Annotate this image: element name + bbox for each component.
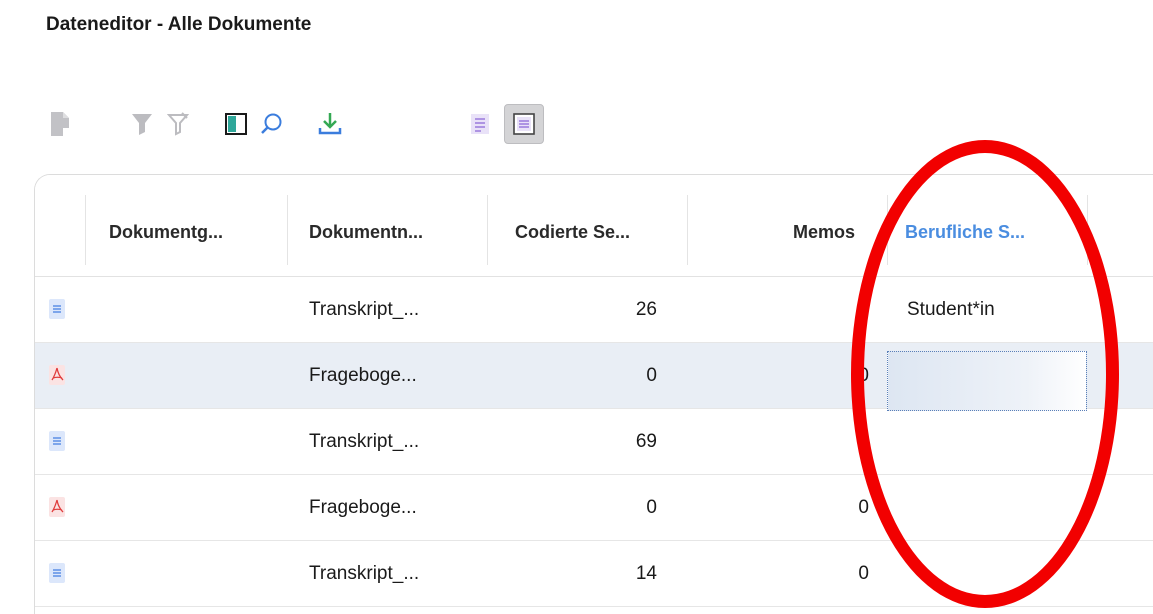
- columns-icon: [225, 113, 247, 135]
- document-new-icon: [49, 111, 71, 137]
- column-separator[interactable]: [487, 195, 488, 265]
- cell-coded-segments[interactable]: 0: [487, 475, 657, 541]
- table-header: Dokumentg... Dokumentn... Codierte Se...…: [35, 175, 1153, 277]
- column-header-occupation[interactable]: Berufliche S...: [905, 215, 1025, 249]
- search-button[interactable]: [252, 104, 292, 144]
- table-row[interactable]: Frageboge... 0 0: [35, 475, 1153, 541]
- export-button[interactable]: [310, 104, 350, 144]
- columns-button[interactable]: [216, 104, 256, 144]
- filter-icon: [131, 112, 153, 136]
- column-header-document-group[interactable]: Dokumentg...: [109, 215, 223, 249]
- list-view-button[interactable]: [460, 104, 500, 144]
- column-separator[interactable]: [85, 195, 86, 265]
- table-row[interactable]: Transkript_... 14 0: [35, 541, 1153, 607]
- cell-document-name[interactable]: Frageboge...: [309, 475, 417, 541]
- cell-document-name[interactable]: Frageboge...: [309, 343, 417, 409]
- window-title: Dateneditor - Alle Dokumente: [46, 14, 312, 35]
- column-separator[interactable]: [1087, 195, 1088, 265]
- cell-memos[interactable]: 0: [687, 409, 869, 475]
- cell-document-name[interactable]: Transkript_...: [309, 277, 419, 343]
- cell-occupation[interactable]: Student*in: [907, 277, 995, 343]
- text-doc-icon: [49, 431, 65, 451]
- filter-clear-icon: [167, 112, 189, 136]
- cell-coded-segments[interactable]: 14: [487, 541, 657, 607]
- cell-memos[interactable]: 0: [687, 541, 869, 607]
- detail-view-button[interactable]: [504, 104, 544, 144]
- cell-document-name[interactable]: Transkript_...: [309, 541, 419, 607]
- list-view-icon: [470, 113, 490, 135]
- column-header-document-name[interactable]: Dokumentn...: [309, 215, 423, 249]
- column-separator[interactable]: [687, 195, 688, 265]
- export-icon: [318, 111, 342, 137]
- column-header-coded-segments[interactable]: Codierte Se...: [515, 215, 630, 249]
- cell-coded-segments[interactable]: 69: [487, 409, 657, 475]
- data-table: Dokumentg... Dokumentn... Codierte Se...…: [34, 174, 1153, 614]
- detail-view-icon: [513, 113, 535, 135]
- pdf-doc-icon: [49, 365, 65, 385]
- table-row[interactable]: Transkript_... 26 0 Student*in: [35, 277, 1153, 343]
- column-header-memos[interactable]: Memos: [793, 215, 855, 249]
- new-document-button[interactable]: [40, 104, 80, 144]
- toolbar: [40, 104, 580, 146]
- cell-memos[interactable]: 0: [687, 343, 869, 409]
- table-row[interactable]: Frageboge... 0 0: [35, 343, 1153, 411]
- table-row[interactable]: Transkript_... 69 0: [35, 409, 1153, 475]
- cell-coded-segments[interactable]: 0: [487, 343, 657, 409]
- cell-document-name[interactable]: Transkript_...: [309, 409, 419, 475]
- search-icon: [260, 112, 284, 136]
- pdf-doc-icon: [49, 497, 65, 517]
- cell-memos[interactable]: 0: [687, 277, 869, 343]
- filter-button[interactable]: [122, 104, 162, 144]
- cell-coded-segments[interactable]: 26: [487, 277, 657, 343]
- text-doc-icon: [49, 563, 65, 583]
- column-separator[interactable]: [287, 195, 288, 265]
- filter-clear-button[interactable]: [158, 104, 198, 144]
- cell-memos[interactable]: 0: [687, 475, 869, 541]
- cell-occupation-editor[interactable]: [887, 351, 1087, 411]
- text-doc-icon: [49, 299, 65, 319]
- column-separator[interactable]: [887, 195, 888, 265]
